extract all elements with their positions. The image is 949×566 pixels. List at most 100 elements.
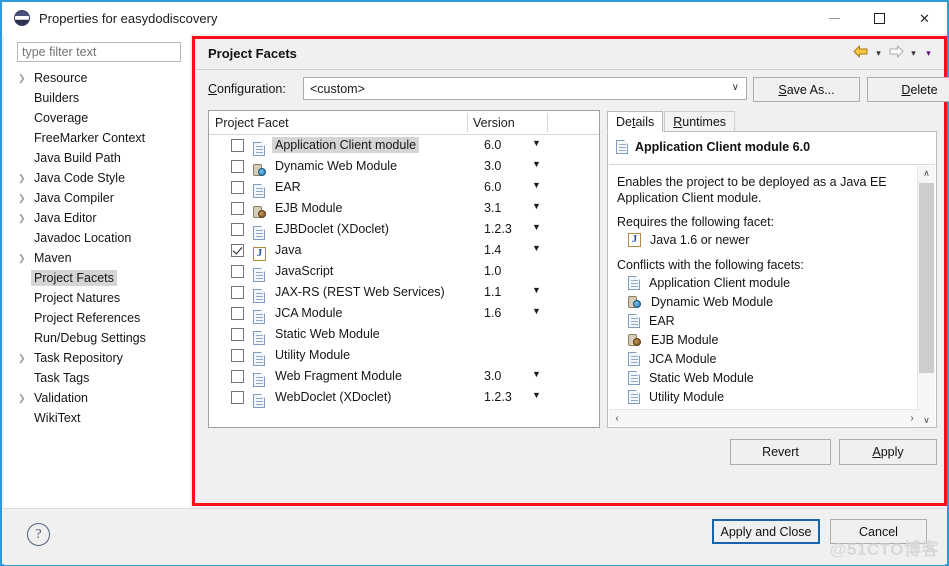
version-dropdown-caret[interactable]: ▼ <box>532 159 541 169</box>
chevron-right-icon[interactable]: ❯ <box>18 73 31 83</box>
chevron-right-icon[interactable]: ❯ <box>18 173 31 183</box>
facet-checkbox[interactable] <box>231 328 244 341</box>
version-dropdown-caret[interactable]: ▼ <box>532 180 541 190</box>
facet-checkbox[interactable] <box>231 307 244 320</box>
tab-details[interactable]: Details <box>607 111 664 132</box>
save-as-button[interactable]: Save As... <box>753 77 860 102</box>
sidebar-item-java-code-style[interactable]: ❯ Java Code Style <box>4 168 190 188</box>
back-history-caret[interactable]: ▾ <box>871 44 886 62</box>
scroll-up-icon[interactable]: ∧ <box>918 166 935 181</box>
scroll-left-icon[interactable]: ‹ <box>609 410 625 426</box>
revert-button[interactable]: Revert <box>730 439 831 465</box>
chevron-right-icon[interactable]: ❯ <box>18 253 31 263</box>
sidebar-item-run-debug-settings[interactable]: Run/Debug Settings <box>4 328 190 348</box>
facet-version[interactable]: 1.2.3 <box>484 390 512 404</box>
sidebar-item-project-natures[interactable]: Project Natures <box>4 288 190 308</box>
sidebar-item-resource[interactable]: ❯ Resource <box>4 68 190 88</box>
page-menu-caret[interactable]: ▾ <box>921 44 936 62</box>
facet-row[interactable]: Application Client module 6.0 ▼ <box>209 135 599 156</box>
facet-checkbox[interactable] <box>231 370 244 383</box>
facet-version[interactable]: 1.4 <box>484 243 501 257</box>
scrollbar-thumb[interactable] <box>919 183 934 373</box>
facet-row[interactable]: EJB Module 3.1 ▼ <box>209 198 599 219</box>
filter-input[interactable] <box>17 42 181 62</box>
version-dropdown-caret[interactable]: ▼ <box>532 201 541 211</box>
maximize-button[interactable] <box>857 2 902 34</box>
sidebar-item-task-repository[interactable]: ❯ Task Repository <box>4 348 190 368</box>
sidebar-item-project-references[interactable]: Project References <box>4 308 190 328</box>
version-dropdown-caret[interactable]: ▼ <box>532 306 541 316</box>
column-divider[interactable] <box>547 113 548 132</box>
version-dropdown-caret[interactable]: ▼ <box>532 390 541 400</box>
facet-version[interactable]: 1.6 <box>484 306 501 320</box>
configuration-select[interactable]: <custom> ∨ <box>303 77 747 100</box>
sidebar-item-java-compiler[interactable]: ❯ Java Compiler <box>4 188 190 208</box>
scroll-down-icon[interactable]: ∨ <box>918 413 935 427</box>
facet-checkbox[interactable] <box>231 244 244 257</box>
chevron-right-icon[interactable]: ❯ <box>18 353 31 363</box>
sidebar-item-coverage[interactable]: Coverage <box>4 108 190 128</box>
facet-row[interactable]: Web Fragment Module 3.0 ▼ <box>209 366 599 387</box>
sidebar-item-wikitext[interactable]: WikiText <box>4 408 190 428</box>
facet-version[interactable]: 6.0 <box>484 180 501 194</box>
tab-runtimes[interactable]: Runtimes <box>664 111 736 132</box>
version-dropdown-caret[interactable]: ▼ <box>532 243 541 253</box>
sidebar-item-task-tags[interactable]: Task Tags <box>4 368 190 388</box>
help-icon[interactable]: ? <box>27 523 50 546</box>
facet-checkbox[interactable] <box>231 181 244 194</box>
facet-version[interactable]: 1.2.3 <box>484 222 512 236</box>
apply-button[interactable]: Apply <box>839 439 937 465</box>
facet-checkbox[interactable] <box>231 391 244 404</box>
facet-checkbox[interactable] <box>231 160 244 173</box>
facet-version[interactable]: 6.0 <box>484 138 501 152</box>
sidebar-item-builders[interactable]: Builders <box>4 88 190 108</box>
facet-row[interactable]: WebDoclet (XDoclet) 1.2.3 ▼ <box>209 387 599 408</box>
facet-checkbox[interactable] <box>231 349 244 362</box>
sidebar-item-project-facets[interactable]: Project Facets <box>4 268 190 288</box>
column-header-project-facet[interactable]: Project Facet <box>209 116 467 130</box>
scroll-right-icon[interactable]: › <box>904 410 920 426</box>
column-header-version[interactable]: Version <box>467 116 547 130</box>
sidebar-item-validation[interactable]: ❯ Validation <box>4 388 190 408</box>
facet-row[interactable]: Static Web Module <box>209 324 599 345</box>
sidebar-item-maven[interactable]: ❯ Maven <box>4 248 190 268</box>
details-vertical-scrollbar[interactable]: ∧ ∨ <box>917 166 935 427</box>
facet-version[interactable]: 1.1 <box>484 285 501 299</box>
facet-row[interactable]: Dynamic Web Module 3.0 ▼ <box>209 156 599 177</box>
facet-row[interactable]: JCA Module 1.6 ▼ <box>209 303 599 324</box>
project-facets-table[interactable]: Project Facet Version Application Client… <box>208 110 600 428</box>
facet-row[interactable]: EAR 6.0 ▼ <box>209 177 599 198</box>
facet-checkbox[interactable] <box>231 139 244 152</box>
sidebar-item-java-build-path[interactable]: Java Build Path <box>4 148 190 168</box>
facet-version[interactable]: 3.0 <box>484 369 501 383</box>
sidebar-item-freemarker-context[interactable]: FreeMarker Context <box>4 128 190 148</box>
cancel-button[interactable]: Cancel <box>830 519 927 544</box>
details-horizontal-scrollbar[interactable]: ‹ › <box>609 409 920 426</box>
sidebar-item-java-editor[interactable]: ❯ Java Editor <box>4 208 190 228</box>
facet-version[interactable]: 3.1 <box>484 201 501 215</box>
apply-and-close-button[interactable]: Apply and Close <box>712 519 820 544</box>
version-dropdown-caret[interactable]: ▼ <box>532 285 541 295</box>
column-divider[interactable] <box>467 113 468 132</box>
facet-checkbox[interactable] <box>231 265 244 278</box>
minimize-button[interactable] <box>812 2 857 34</box>
facet-version[interactable]: 3.0 <box>484 159 501 173</box>
version-dropdown-caret[interactable]: ▼ <box>532 369 541 379</box>
facet-checkbox[interactable] <box>231 286 244 299</box>
facet-row[interactable]: Utility Module <box>209 345 599 366</box>
chevron-right-icon[interactable]: ❯ <box>18 213 31 223</box>
chevron-right-icon[interactable]: ❯ <box>18 393 31 403</box>
facet-row[interactable]: EJBDoclet (XDoclet) 1.2.3 ▼ <box>209 219 599 240</box>
chevron-right-icon[interactable]: ❯ <box>18 193 31 203</box>
facet-row[interactable]: Java 1.4 ▼ <box>209 240 599 261</box>
facet-version[interactable]: 1.0 <box>484 264 501 278</box>
delete-button[interactable]: Delete <box>867 77 949 102</box>
facet-row[interactable]: JAX-RS (REST Web Services) 1.1 ▼ <box>209 282 599 303</box>
facet-row[interactable]: JavaScript 1.0 <box>209 261 599 282</box>
version-dropdown-caret[interactable]: ▼ <box>532 222 541 232</box>
sidebar-item-javadoc-location[interactable]: Javadoc Location <box>4 228 190 248</box>
facet-checkbox[interactable] <box>231 202 244 215</box>
version-dropdown-caret[interactable]: ▼ <box>532 138 541 148</box>
facet-checkbox[interactable] <box>231 223 244 236</box>
back-arrow-icon[interactable] <box>851 44 871 62</box>
